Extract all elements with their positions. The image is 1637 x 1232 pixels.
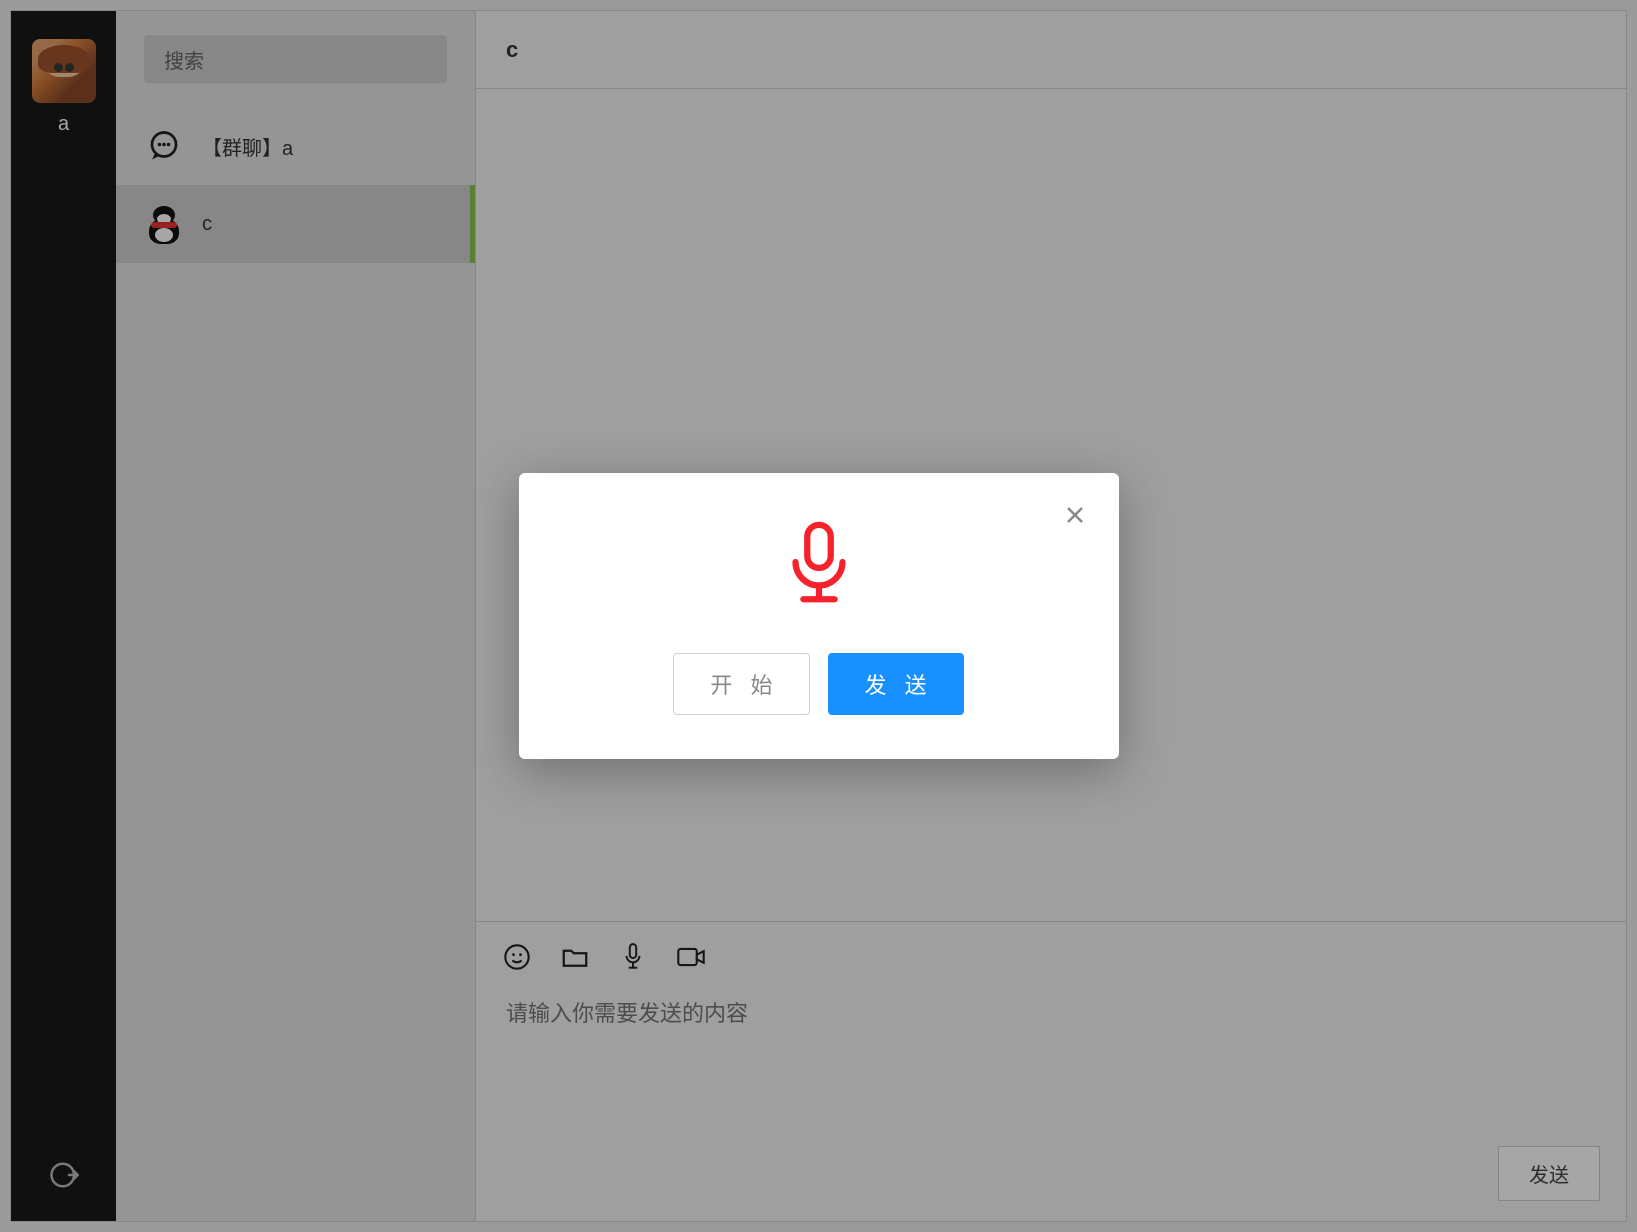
send-record-button[interactable]: 发 送 — [828, 653, 964, 715]
modal-close-button[interactable] — [1061, 501, 1089, 529]
modal-overlay[interactable]: 开 始 发 送 — [0, 0, 1637, 1232]
voice-record-modal: 开 始 发 送 — [519, 473, 1119, 759]
mic-large-icon — [776, 521, 862, 607]
modal-button-row: 开 始 发 送 — [673, 653, 963, 715]
close-icon — [1063, 503, 1087, 527]
start-record-button[interactable]: 开 始 — [673, 653, 809, 715]
